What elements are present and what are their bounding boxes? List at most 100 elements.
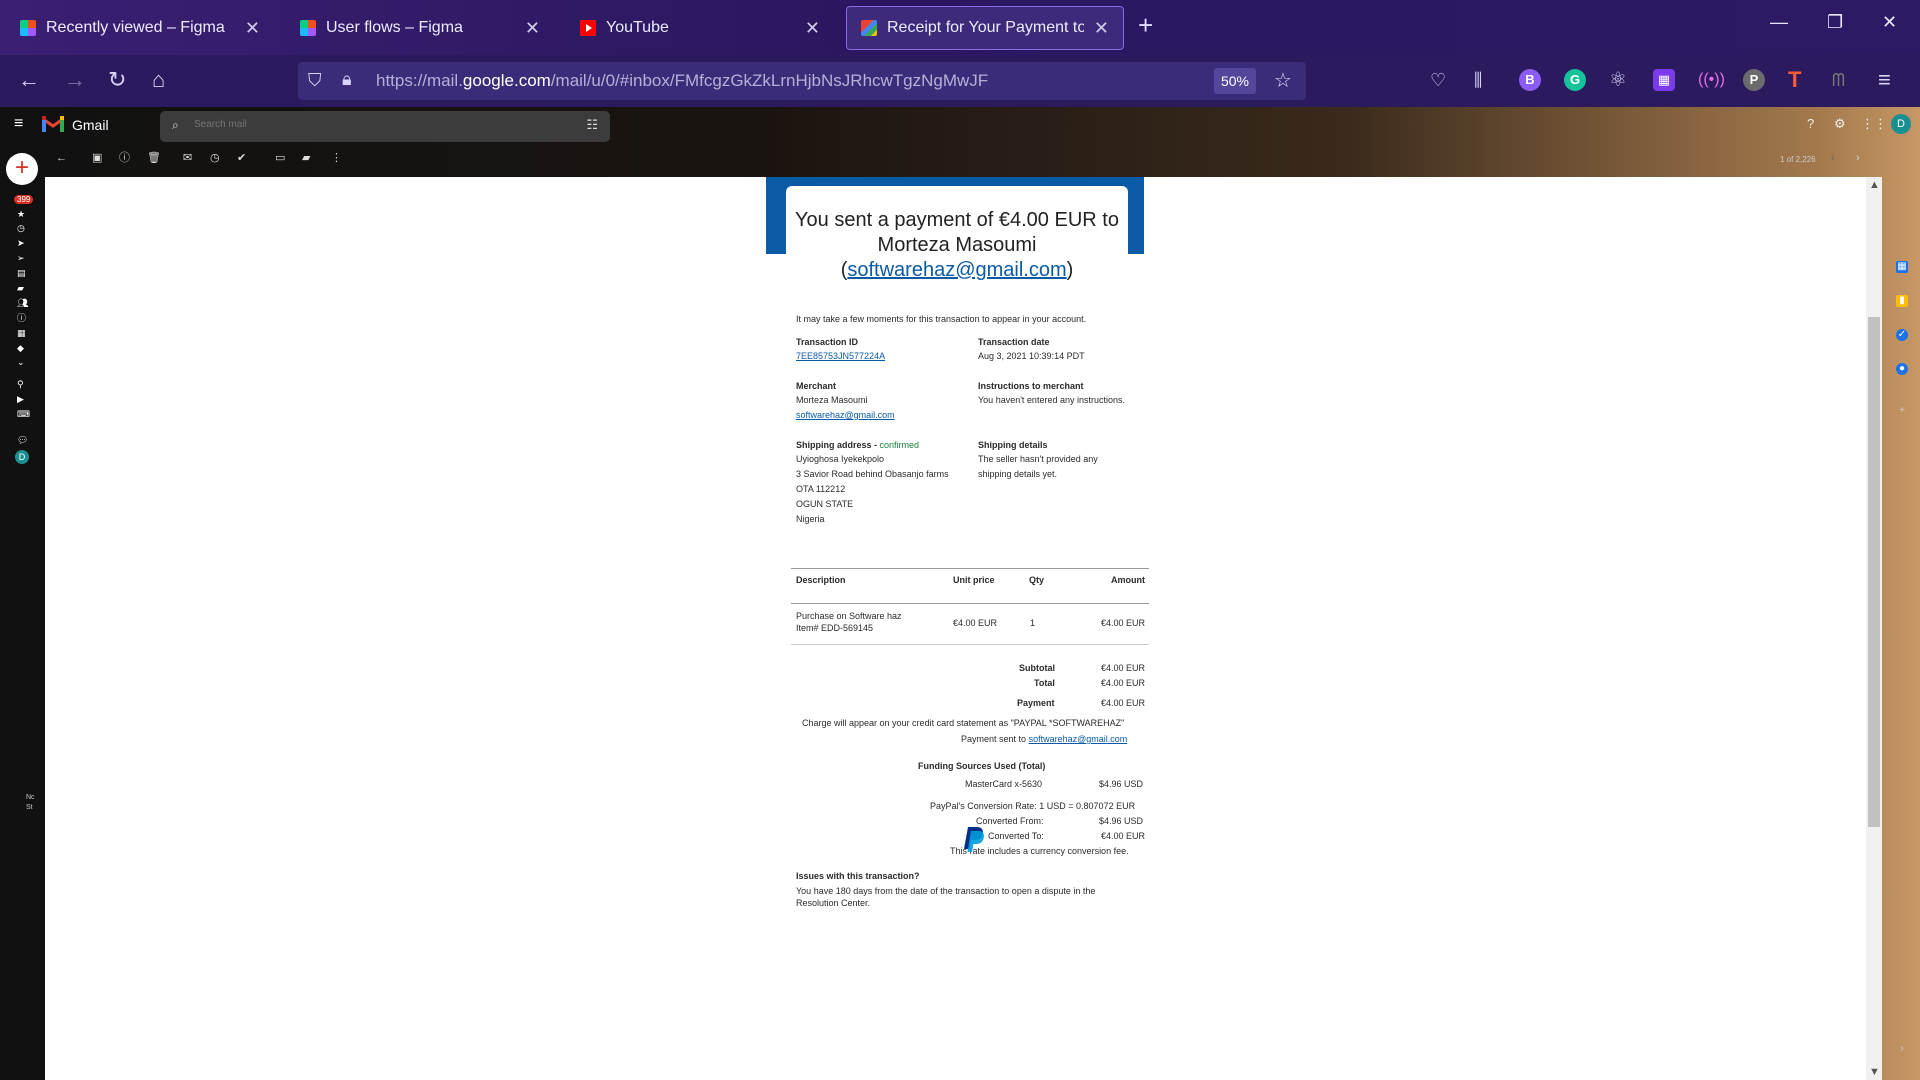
- extension-t-icon[interactable]: T: [1788, 67, 1801, 93]
- snooze-icon[interactable]: ◷: [210, 152, 220, 164]
- promotions-icon[interactable]: ◆: [17, 343, 27, 353]
- mark-unread-icon[interactable]: ✉: [183, 152, 192, 164]
- calendar-icon[interactable]: ▦: [1896, 261, 1908, 273]
- tab-youtube[interactable]: YouTube ✕: [566, 6, 834, 50]
- search-box[interactable]: ⌕ ☷: [160, 111, 610, 142]
- new-tab-button[interactable]: +: [1138, 10, 1153, 41]
- add-task-icon[interactable]: ✔: [237, 152, 246, 164]
- url-text[interactable]: https://mail.google.com/mail/u/0/#inbox/…: [376, 71, 988, 91]
- react-devtools-icon[interactable]: ⚛: [1609, 67, 1627, 93]
- main-menu-icon[interactable]: ≡: [14, 115, 23, 133]
- converted-to-label: Converted To:: [988, 831, 1044, 841]
- gmail-logo-icon[interactable]: [42, 116, 64, 132]
- payment-sent-email-link[interactable]: softwarehaz@gmail.com: [1029, 734, 1128, 744]
- recipient-email-link[interactable]: softwarehaz@gmail.com: [847, 259, 1066, 281]
- contacts-icon[interactable]: ●: [1896, 363, 1908, 375]
- close-window-icon[interactable]: ✕: [1882, 12, 1897, 33]
- account-avatar[interactable]: D: [1891, 114, 1911, 134]
- message-pane: You sent a payment of €4.00 EUR to Morte…: [45, 177, 1866, 1080]
- report-spam-icon[interactable]: ⓘ: [119, 152, 130, 164]
- older-message-icon[interactable]: ›: [1856, 152, 1860, 164]
- search-icon[interactable]: ⌕: [172, 118, 179, 133]
- home-icon[interactable]: ⌂: [152, 67, 165, 93]
- forward-icon[interactable]: →: [64, 67, 86, 93]
- back-icon[interactable]: ←: [18, 67, 40, 93]
- bookmark-star-icon[interactable]: ☆: [1274, 68, 1292, 93]
- col-header-unit-price: Unit price: [953, 575, 995, 585]
- contacts-icon[interactable]: 👥︎: [17, 298, 28, 308]
- search-input[interactable]: [194, 119, 554, 130]
- shield-icon[interactable]: ⛉: [308, 70, 322, 91]
- lock-icon[interactable]: 🔒︎: [342, 69, 352, 90]
- scrollbar-thumb[interactable]: [1868, 317, 1880, 827]
- extension-grid-icon[interactable]: ▦: [1653, 69, 1675, 91]
- zoom-level[interactable]: 50%: [1214, 68, 1256, 94]
- chat-avatar[interactable]: D: [15, 450, 29, 464]
- grammarly-icon[interactable]: G: [1564, 69, 1586, 91]
- apps-grid-icon[interactable]: ⋮⋮: [1861, 116, 1887, 132]
- message-scrollbar[interactable]: ▲ ▼: [1866, 177, 1882, 1080]
- meet-icon[interactable]: ⚲: [17, 379, 27, 389]
- tasks-icon[interactable]: ✓: [1896, 329, 1908, 341]
- move-to-icon[interactable]: ▭: [275, 152, 285, 164]
- item-unit-price: €4.00 EUR: [953, 618, 998, 628]
- tab-gmail-receipt[interactable]: Receipt for Your Payment to Mo ✕: [846, 6, 1124, 50]
- reload-icon[interactable]: ↻: [108, 67, 126, 93]
- info-icon[interactable]: ⓘ: [17, 313, 27, 323]
- menu-icon[interactable]: ≡: [1878, 67, 1891, 93]
- shipping-line: Uyioghosa Iyekekpolo: [796, 454, 885, 464]
- sent-icon[interactable]: ➢: [17, 253, 27, 263]
- label-icon[interactable]: ▰: [302, 152, 310, 164]
- compose-button[interactable]: +: [6, 153, 38, 185]
- settings-gear-icon[interactable]: ⚙: [1834, 116, 1846, 132]
- txn-date-label: Transaction date: [978, 337, 1050, 347]
- subtotal-label: Subtotal: [1019, 663, 1055, 673]
- chat-icon[interactable]: 💬︎: [17, 435, 28, 445]
- merchant-email-link[interactable]: softwarehaz@gmail.com: [796, 408, 895, 423]
- col-header-description: Description: [796, 575, 846, 585]
- close-tab-icon[interactable]: ✕: [525, 18, 540, 39]
- item-amount: €4.00 EUR: [1101, 618, 1146, 628]
- label-icon[interactable]: ▰: [17, 283, 27, 293]
- pocket-icon[interactable]: ♡: [1430, 67, 1446, 93]
- restore-icon[interactable]: ❐: [1827, 12, 1843, 33]
- forums-icon[interactable]: ▦: [17, 328, 27, 338]
- more-options-icon[interactable]: ⋮: [331, 152, 342, 164]
- brave-ext-icon[interactable]: B: [1519, 69, 1541, 91]
- address-bar[interactable]: ⛉ 🔒︎ https://mail.google.com/mail/u/0/#i…: [298, 62, 1306, 100]
- snoozed-icon[interactable]: ◷: [17, 223, 27, 233]
- help-icon[interactable]: ?: [1807, 116, 1814, 131]
- show-side-panel-icon[interactable]: ›: [1896, 1043, 1908, 1055]
- starred-icon[interactable]: ★: [17, 209, 27, 219]
- close-tab-icon[interactable]: ✕: [245, 18, 260, 39]
- tab-user-flows-figma[interactable]: User flows – Figma ✕: [286, 6, 554, 50]
- minimize-icon[interactable]: —: [1770, 12, 1788, 33]
- pinterest-icon[interactable]: P: [1743, 69, 1765, 91]
- txn-id-link[interactable]: 7EE85753JN577224A: [796, 349, 885, 364]
- archive-icon[interactable]: ▣: [92, 152, 102, 164]
- message-pager: 1 of 2,226: [1780, 155, 1816, 164]
- library-icon[interactable]: ⫼: [1474, 67, 1482, 93]
- table-top-divider: [791, 568, 1149, 569]
- tab-recently-viewed-figma[interactable]: Recently viewed – Figma ✕: [6, 6, 274, 50]
- drafts-icon[interactable]: ▤: [17, 268, 27, 278]
- keyboard-icon[interactable]: ⌨: [17, 409, 30, 419]
- merchant-name: Morteza Masoumi: [796, 395, 868, 405]
- scroll-down-icon[interactable]: ▼: [1869, 1066, 1880, 1078]
- get-addons-icon[interactable]: +: [1896, 405, 1908, 417]
- delete-icon[interactable]: 🗑︎: [147, 152, 161, 164]
- close-tab-icon[interactable]: ✕: [1094, 18, 1109, 39]
- keep-icon[interactable]: ▮: [1896, 295, 1908, 307]
- close-tab-icon[interactable]: ✕: [805, 18, 820, 39]
- video-icon[interactable]: ▶: [17, 394, 27, 404]
- total-label: Total: [1034, 678, 1055, 688]
- stream-icon[interactable]: ((•)): [1698, 67, 1725, 93]
- search-options-icon[interactable]: ☷: [586, 117, 598, 133]
- back-to-inbox-icon[interactable]: ←: [56, 152, 67, 164]
- extension-m-icon[interactable]: ᗰ: [1832, 67, 1845, 93]
- newer-message-icon[interactable]: ‹: [1831, 152, 1835, 164]
- important-icon[interactable]: ➤: [17, 238, 27, 248]
- expand-more-icon[interactable]: ⌄: [17, 357, 27, 367]
- instructions-label: Instructions to merchant: [978, 381, 1084, 391]
- scroll-up-icon[interactable]: ▲: [1869, 179, 1880, 191]
